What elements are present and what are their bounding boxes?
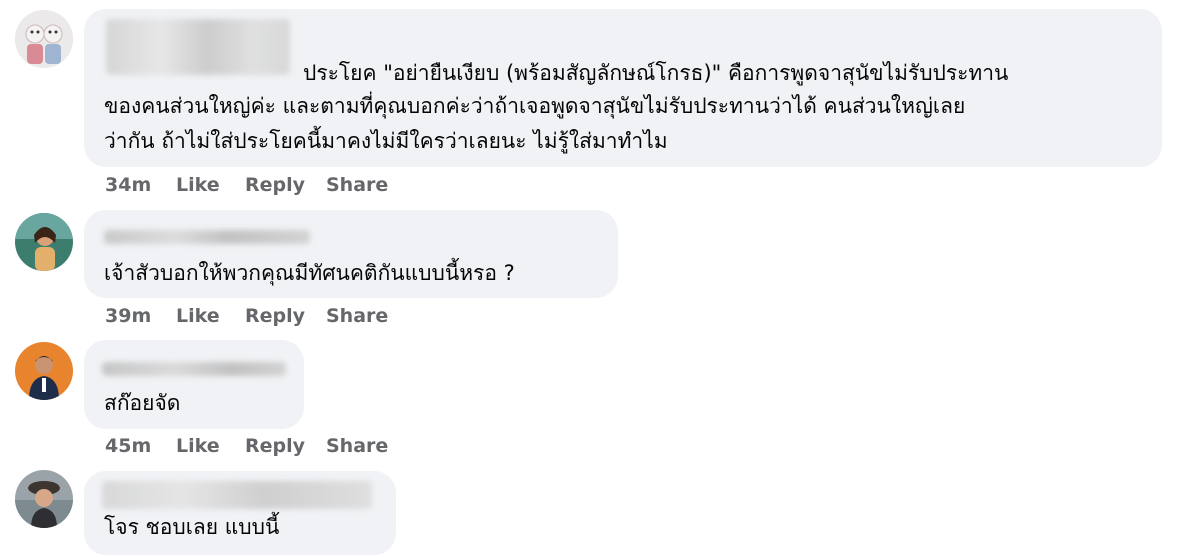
like-button[interactable]: Like [176, 174, 245, 198]
like-button[interactable]: Like [176, 435, 245, 459]
comment-timestamp[interactable]: 39m [105, 305, 176, 329]
comment-actions: 45m Like Reply Share [105, 435, 388, 459]
comment-3: สก๊อยจัด 45m Like Reply Share [0, 335, 1200, 465]
comment-bubble: สก๊อยจัด [84, 340, 304, 429]
blurred-author-name[interactable] [102, 362, 286, 376]
avatar-image-icon [15, 213, 73, 271]
blurred-author-name[interactable] [102, 481, 372, 509]
avatar[interactable] [15, 10, 73, 68]
comment-4: โจร ชอบเลย แบบนี้ [0, 465, 1200, 557]
comment-actions: 34m Like Reply Share [105, 174, 388, 198]
avatar[interactable] [15, 342, 73, 400]
comment-1: ประโยค "อย่ายืนเงียบ (พร้อมสัญลักษณ์โกรธ… [0, 0, 1200, 205]
reply-button[interactable]: Reply [245, 305, 326, 329]
comment-timestamp[interactable]: 45m [105, 435, 176, 459]
reply-button[interactable]: Reply [245, 174, 326, 198]
comment-text-line: ประโยค "อย่ายืนเงียบ (พร้อมสัญลักษณ์โกรธ… [303, 61, 1009, 85]
comment-2: เจ้าสัวบอกให้พวกคุณมีทัศนคติกันแบบนี้หรอ… [0, 205, 1200, 335]
share-button[interactable]: Share [326, 305, 388, 329]
avatar[interactable] [15, 213, 73, 271]
share-button[interactable]: Share [326, 435, 388, 459]
comment-bubble: โจร ชอบเลย แบบนี้ [84, 471, 396, 555]
comment-bubble: เจ้าสัวบอกให้พวกคุณมีทัศนคติกันแบบนี้หรอ… [84, 210, 618, 298]
reply-button[interactable]: Reply [245, 435, 326, 459]
avatar-image-icon [15, 10, 73, 68]
comment-text-line: เจ้าสัวบอกให้พวกคุณมีทัศนคติกันแบบนี้หรอ… [104, 261, 515, 285]
avatar-image-icon [15, 470, 73, 528]
avatar[interactable] [15, 470, 73, 528]
comment-text-line: ของคนส่วนใหญ่ค่ะ และตามที่คุณบอกค่ะว่าถ้… [104, 94, 966, 118]
like-button[interactable]: Like [176, 305, 245, 329]
avatar-image-icon [15, 342, 73, 400]
comment-bubble: ประโยค "อย่ายืนเงียบ (พร้อมสัญลักษณ์โกรธ… [84, 9, 1162, 167]
blurred-author-name[interactable] [106, 19, 290, 75]
comment-timestamp[interactable]: 34m [105, 174, 176, 198]
comment-text-line: สก๊อยจัด [104, 391, 181, 415]
blurred-author-name[interactable] [104, 230, 310, 244]
share-button[interactable]: Share [326, 174, 388, 198]
comment-text-line: โจร ชอบเลย แบบนี้ [104, 515, 280, 539]
comment-text-line: ว่ากัน ถ้าไม่ใส่ประโยคนี้มาคงไม่มีใครว่า… [104, 129, 668, 153]
comment-actions: 39m Like Reply Share [105, 305, 388, 329]
